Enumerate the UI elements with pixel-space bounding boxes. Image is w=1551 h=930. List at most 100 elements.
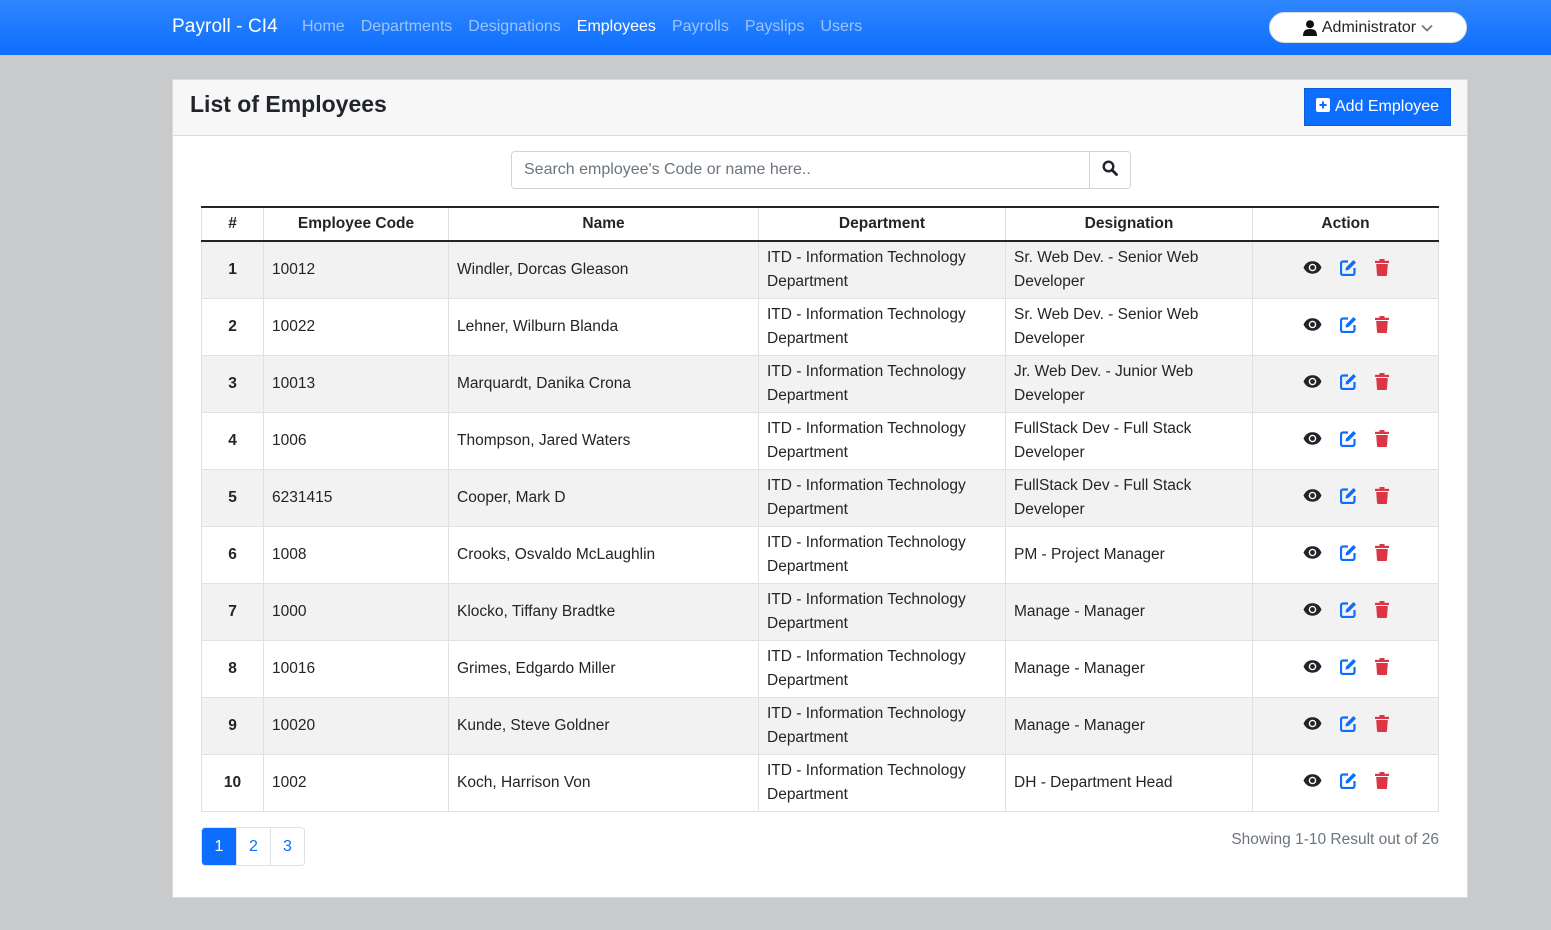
- employee-department: ITD - Information Technology Department: [758, 469, 1006, 527]
- delete-button[interactable]: [1374, 772, 1389, 789]
- row-number: 1: [201, 240, 264, 299]
- table-row: 2 10022 Lehner, Wilburn Blanda ITD - Inf…: [201, 298, 1439, 356]
- employee-name: Cooper, Mark D: [448, 469, 759, 527]
- view-button[interactable]: [1303, 774, 1322, 787]
- user-menu-button[interactable]: Administrator: [1269, 12, 1467, 43]
- employee-designation: PM - Project Manager: [1005, 526, 1253, 584]
- delete-button[interactable]: [1374, 259, 1389, 276]
- view-button[interactable]: [1303, 717, 1322, 730]
- table-row: 1 10012 Windler, Dorcas Gleason ITD - In…: [201, 240, 1439, 299]
- col-header-name: Name: [448, 206, 759, 242]
- plus-square-icon: [1315, 97, 1330, 117]
- nav-users[interactable]: Users: [820, 18, 862, 36]
- edit-button[interactable]: [1339, 430, 1357, 447]
- edit-icon: [1339, 773, 1356, 789]
- edit-button[interactable]: [1339, 772, 1357, 789]
- pagination: 1 2 3: [201, 827, 305, 866]
- edit-button[interactable]: [1339, 658, 1357, 675]
- employee-department: ITD - Information Technology Department: [758, 240, 1006, 299]
- view-button[interactable]: [1303, 432, 1322, 445]
- view-button[interactable]: [1303, 318, 1322, 331]
- eye-icon: [1303, 261, 1321, 274]
- trash-icon: [1374, 772, 1389, 789]
- employee-department: ITD - Information Technology Department: [758, 640, 1006, 698]
- employee-department: ITD - Information Technology Department: [758, 298, 1006, 356]
- eye-icon: [1303, 546, 1321, 559]
- edit-icon: [1339, 659, 1356, 675]
- delete-button[interactable]: [1374, 430, 1389, 447]
- employee-designation: Sr. Web Dev. - Senior Web Developer: [1005, 240, 1253, 299]
- nav-employees[interactable]: Employees: [577, 18, 656, 36]
- delete-button[interactable]: [1374, 487, 1389, 504]
- employee-code: 10016: [263, 640, 449, 698]
- col-header-employee-code: Employee Code: [263, 206, 449, 242]
- delete-button[interactable]: [1374, 715, 1389, 732]
- table-row: 7 1000 Klocko, Tiffany Bradtke ITD - Inf…: [201, 583, 1439, 641]
- nav-payrolls[interactable]: Payrolls: [672, 18, 729, 36]
- brand-logo[interactable]: Payroll - CI4: [172, 16, 278, 38]
- edit-button[interactable]: [1339, 715, 1357, 732]
- edit-button[interactable]: [1339, 601, 1357, 618]
- search-button[interactable]: [1089, 152, 1130, 188]
- employees-card: List of Employees Add Employee # Employe…: [172, 79, 1468, 898]
- delete-button[interactable]: [1374, 658, 1389, 675]
- employee-code: 10012: [263, 240, 449, 299]
- row-actions: [1252, 640, 1439, 698]
- col-header-department: Department: [758, 206, 1006, 242]
- nav-payslips[interactable]: Payslips: [745, 18, 805, 36]
- employee-name: Marquardt, Danika Crona: [448, 355, 759, 413]
- edit-button[interactable]: [1339, 316, 1357, 333]
- page-3-button[interactable]: 3: [270, 828, 304, 865]
- view-button[interactable]: [1303, 375, 1322, 388]
- eye-icon: [1303, 603, 1321, 616]
- row-actions: [1252, 697, 1439, 755]
- employee-code: 6231415: [263, 469, 449, 527]
- edit-icon: [1339, 260, 1356, 276]
- employee-code: 10022: [263, 298, 449, 356]
- row-actions: [1252, 754, 1439, 812]
- nav-home[interactable]: Home: [302, 18, 345, 36]
- employee-designation: Jr. Web Dev. - Junior Web Developer: [1005, 355, 1253, 413]
- row-number: 7: [201, 583, 264, 641]
- nav-departments[interactable]: Departments: [361, 18, 453, 36]
- employees-table: # Employee Code Name Department Designat…: [201, 206, 1439, 812]
- add-employee-button[interactable]: Add Employee: [1304, 88, 1451, 126]
- trash-icon: [1374, 487, 1389, 504]
- edit-button[interactable]: [1339, 259, 1357, 276]
- row-actions: [1252, 298, 1439, 356]
- nav-links: Home Departments Designations Employees …: [302, 18, 862, 36]
- search-input[interactable]: [512, 152, 1089, 188]
- employee-name: Thompson, Jared Waters: [448, 412, 759, 470]
- edit-button[interactable]: [1339, 544, 1357, 561]
- page-1-button[interactable]: 1: [202, 828, 236, 865]
- view-button[interactable]: [1303, 660, 1322, 673]
- user-icon: [1302, 19, 1317, 36]
- row-number: 9: [201, 697, 264, 755]
- edit-button[interactable]: [1339, 487, 1357, 504]
- trash-icon: [1374, 544, 1389, 561]
- eye-icon: [1303, 489, 1321, 502]
- view-button[interactable]: [1303, 603, 1322, 616]
- row-actions: [1252, 412, 1439, 470]
- row-number: 5: [201, 469, 264, 527]
- page-2-button[interactable]: 2: [236, 828, 270, 865]
- edit-icon: [1339, 716, 1356, 732]
- employee-designation: Manage - Manager: [1005, 583, 1253, 641]
- edit-button[interactable]: [1339, 373, 1357, 390]
- row-number: 4: [201, 412, 264, 470]
- nav-designations[interactable]: Designations: [468, 18, 561, 36]
- view-button[interactable]: [1303, 546, 1322, 559]
- delete-button[interactable]: [1374, 601, 1389, 618]
- employee-department: ITD - Information Technology Department: [758, 754, 1006, 812]
- view-button[interactable]: [1303, 261, 1322, 274]
- delete-button[interactable]: [1374, 316, 1389, 333]
- trash-icon: [1374, 259, 1389, 276]
- employee-code: 1002: [263, 754, 449, 812]
- trash-icon: [1374, 658, 1389, 675]
- delete-button[interactable]: [1374, 373, 1389, 390]
- delete-button[interactable]: [1374, 544, 1389, 561]
- user-menu-label: Administrator: [1321, 18, 1417, 36]
- view-button[interactable]: [1303, 489, 1322, 502]
- table-row: 6 1008 Crooks, Osvaldo McLaughlin ITD - …: [201, 526, 1439, 584]
- employee-name: Kunde, Steve Goldner: [448, 697, 759, 755]
